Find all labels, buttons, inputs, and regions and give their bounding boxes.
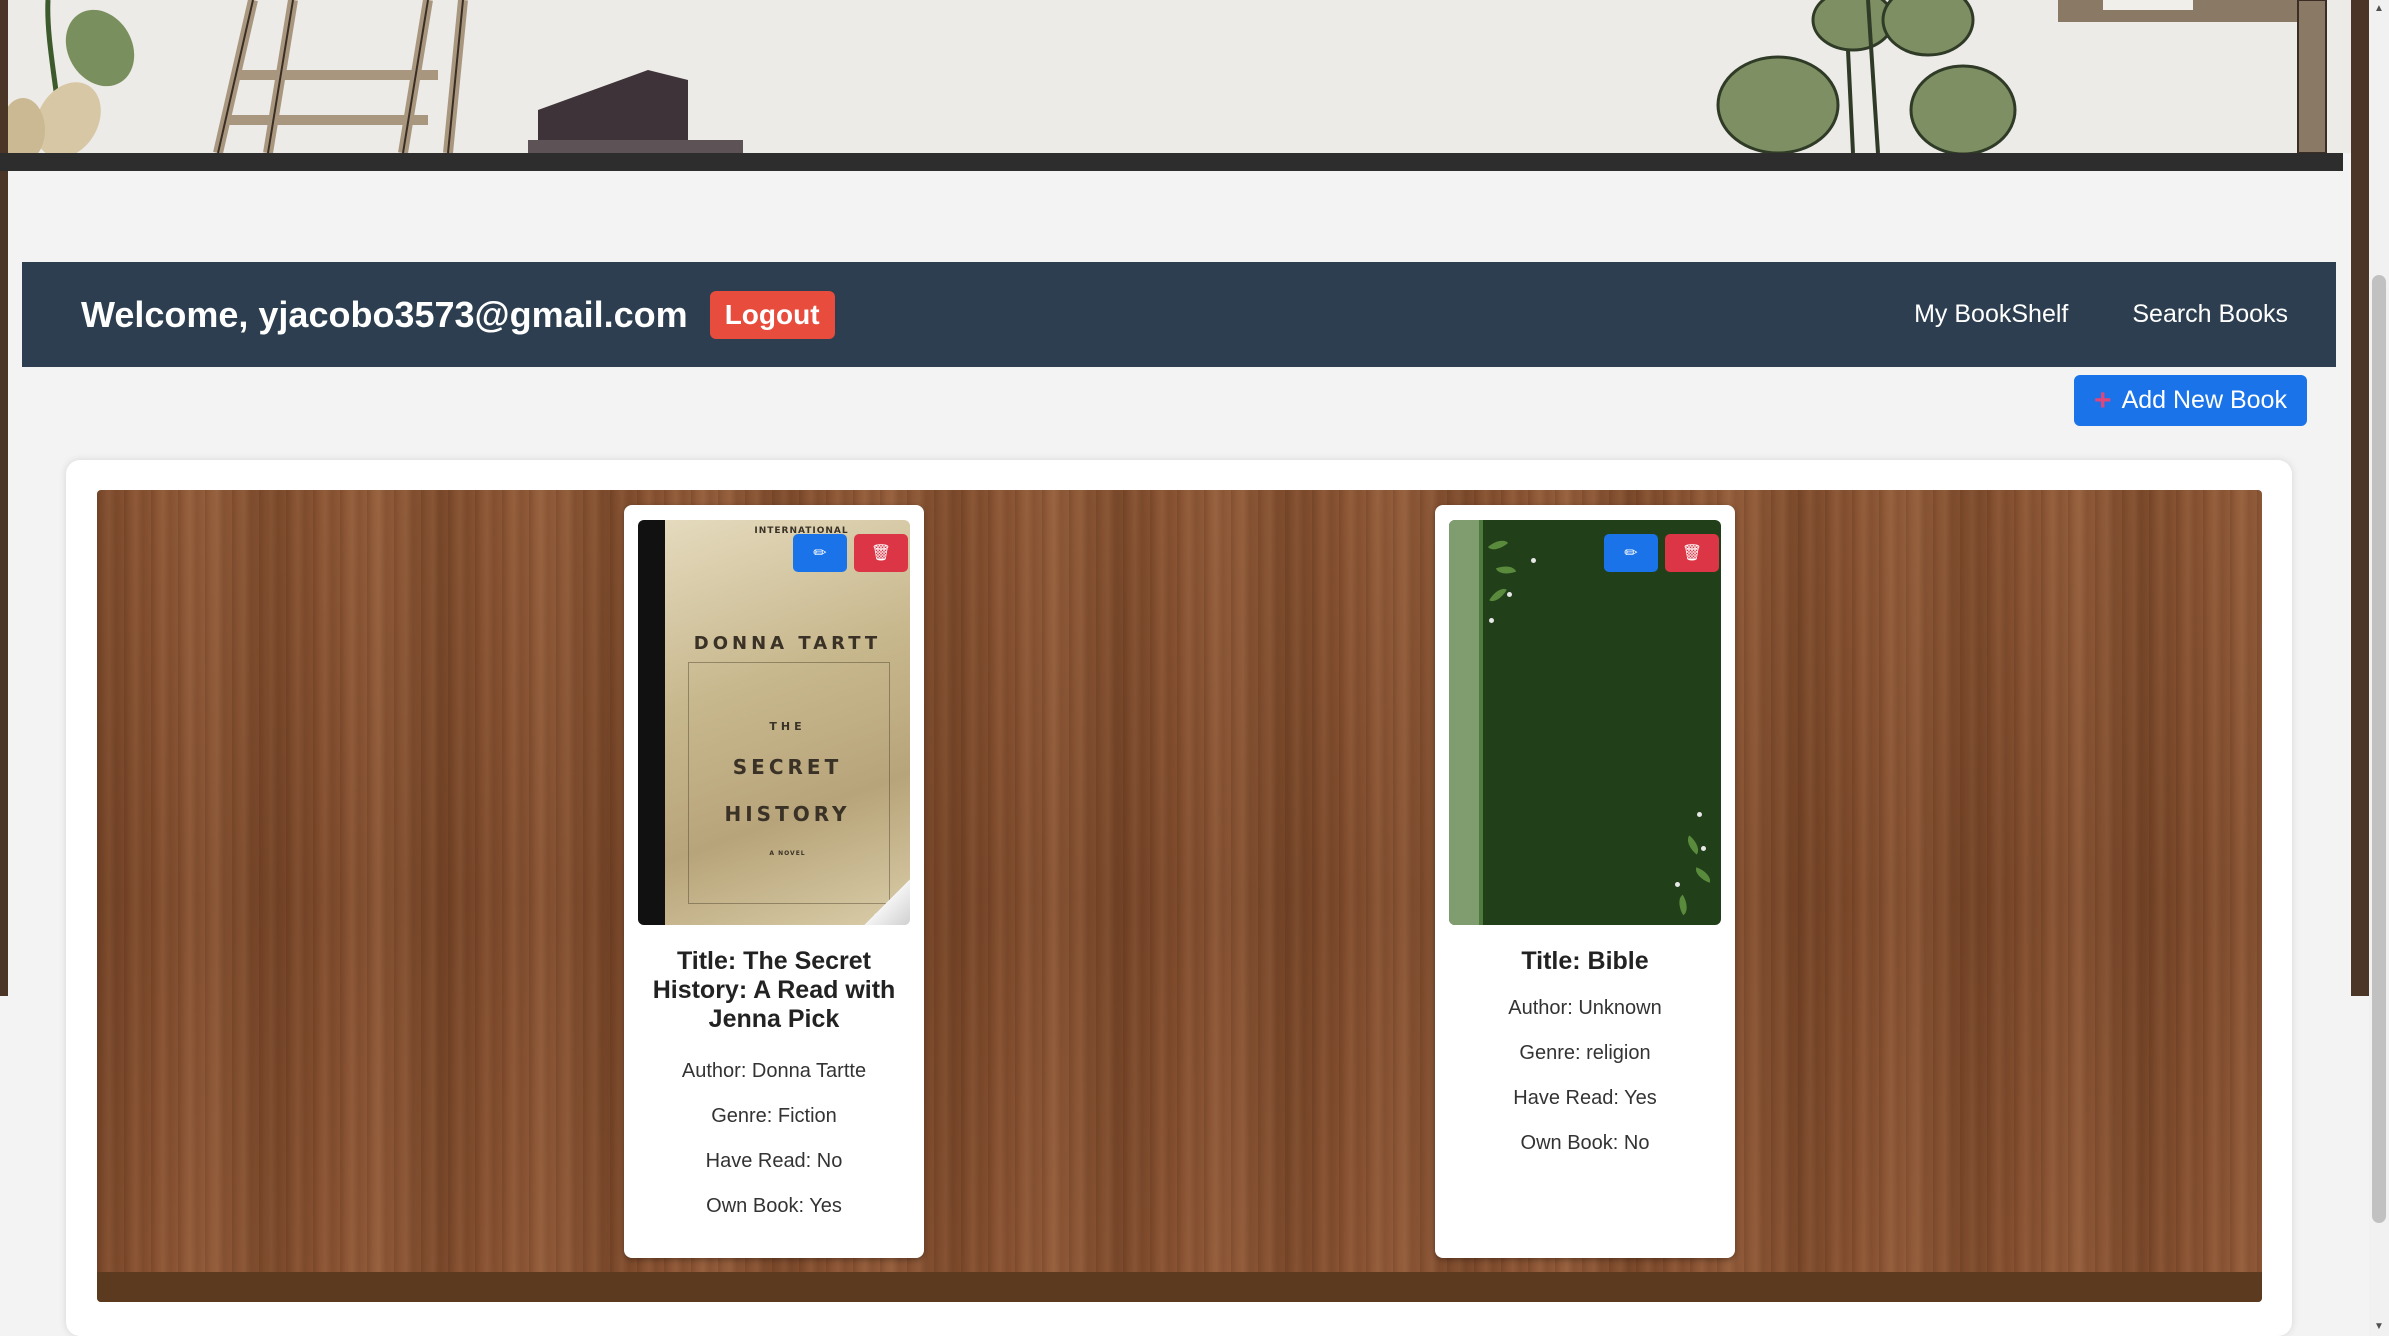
book-own-book: Own Book: No [1520,1132,1650,1154]
nav-my-bookshelf-link[interactable]: My BookShelf [1914,300,2068,329]
book-author: Author: Donna Tartte [681,1060,867,1082]
leaf-decoration [1489,584,1507,606]
delete-book-button[interactable]: 🗑 [854,534,908,572]
right-wall-edge [2351,0,2369,996]
add-new-book-label: Add New Book [2121,386,2287,414]
edit-book-button[interactable]: ✏ [793,534,847,572]
welcome-message: Welcome, yjacobo3573@gmail.com [81,293,688,335]
leaf-decoration [1487,535,1509,555]
cover-author-text: DONNA TARTT [693,633,882,654]
book-cover-image: INTERNATIONAL DONNA TARTT THE SECRET HIS… [638,520,910,925]
banner-illustration [8,0,2327,153]
cover-novel-text: A NOVEL [769,850,806,857]
logout-button[interactable]: Logout [709,290,835,339]
cover-spine-stripe [1479,520,1483,925]
cover-title-word-secret: SECRET [732,755,843,779]
scrollbar-thumb[interactable] [2372,275,2386,1223]
book-title: Title: The Secret History: A Read with J… [652,947,896,1033]
cover-spine [1449,520,1483,925]
delete-book-button[interactable]: 🗑 [1665,534,1719,572]
pencil-icon: ✏ [1624,545,1638,562]
book-have-read: Have Read: No [705,1150,843,1172]
leaf-decoration [1495,562,1517,578]
banner-shelf-edge [0,153,2343,171]
book-title: Title: Bible [1521,947,1649,975]
page-curl-icon [864,879,910,925]
shelf-base [97,1272,2262,1302]
dot-decoration [1507,592,1512,597]
scroll-down-arrow-icon[interactable]: ▼ [2372,1320,2386,1334]
book-card: ✏ 🗑 Title: Bible Author: Unknown Genre: … [1435,505,1735,1258]
cover-the-text: THE [769,720,806,733]
trash-icon: 🗑 [1681,545,1703,562]
dot-decoration [1489,618,1494,623]
book-card: INTERNATIONAL DONNA TARTT THE SECRET HIS… [624,505,924,1258]
cover-frame [688,662,890,904]
book-own-book: Own Book: Yes [706,1195,842,1217]
cover-spine [638,520,665,925]
dot-decoration [1697,812,1702,817]
leaf-decoration [1682,835,1704,855]
book-cover-image [1449,520,1721,925]
dot-decoration [1675,882,1680,887]
add-new-book-button[interactable]: + Add New Book [2074,375,2307,426]
dot-decoration [1701,846,1706,851]
dot-decoration [1531,558,1536,563]
leaf-decoration [1692,867,1714,883]
left-wall-edge [0,0,8,996]
book-author: Author: Unknown [1508,997,1662,1019]
book-genre: Genre: religion [1519,1042,1651,1064]
nav-links: My BookShelf Search Books [1914,300,2288,329]
pencil-icon: ✏ [813,545,827,562]
book-have-read: Have Read: Yes [1513,1087,1657,1109]
book-genre: Genre: Fiction [711,1105,837,1127]
trash-icon: 🗑 [870,545,892,562]
scroll-up-arrow-icon[interactable]: ▲ [2372,2,2386,16]
header-banner [8,0,2351,153]
cover-title-word-history: HISTORY [724,802,851,826]
plus-icon: + [2094,383,2112,417]
nav-search-books-link[interactable]: Search Books [2132,300,2288,329]
leaf-decoration [1674,894,1692,916]
edit-book-button[interactable]: ✏ [1604,534,1658,572]
navbar: Welcome, yjacobo3573@gmail.com Logout My… [22,262,2336,367]
wooden-shelf-background [97,490,2262,1302]
